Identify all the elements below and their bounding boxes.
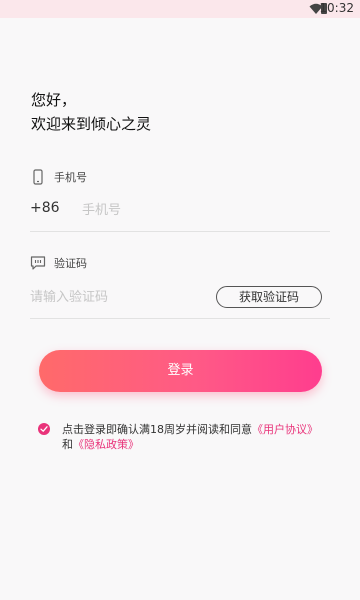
status-bar: 10:32	[0, 0, 360, 18]
greeting-line-1: 您好，	[31, 91, 77, 109]
phone-divider	[30, 231, 330, 232]
agreement-text: 点击登录即确认满18周岁并阅读和同意《用户协议》和《隐私政策》	[62, 422, 320, 452]
agreement-checkbox[interactable]	[38, 423, 50, 435]
get-code-button[interactable]: 获取验证码	[216, 286, 322, 308]
greeting-line-2: 欢迎来到倾心之灵	[31, 115, 152, 133]
phone-row: +86	[30, 196, 330, 230]
check-icon	[40, 426, 48, 432]
status-time: 10:32	[319, 1, 354, 15]
code-input[interactable]	[30, 287, 200, 307]
user-agreement-link[interactable]: 《用户协议》	[252, 423, 318, 436]
code-label-row: 验证码	[30, 255, 87, 271]
privacy-policy-link[interactable]: 《隐私政策》	[73, 438, 139, 451]
code-label: 验证码	[54, 257, 87, 270]
agreement-conjunction: 和	[62, 438, 73, 451]
code-divider	[30, 318, 330, 319]
phone-icon	[33, 169, 43, 185]
country-code[interactable]: +86	[30, 200, 60, 216]
agreement-prefix: 点击登录即确认满18周岁并阅读和同意	[62, 423, 252, 436]
greeting: 您好， 欢迎来到倾心之灵	[31, 88, 151, 136]
phone-input[interactable]	[82, 200, 322, 220]
login-button[interactable]: 登录	[39, 350, 322, 392]
phone-label-row: 手机号	[30, 169, 87, 185]
phone-label: 手机号	[54, 171, 87, 184]
message-icon	[30, 256, 46, 270]
